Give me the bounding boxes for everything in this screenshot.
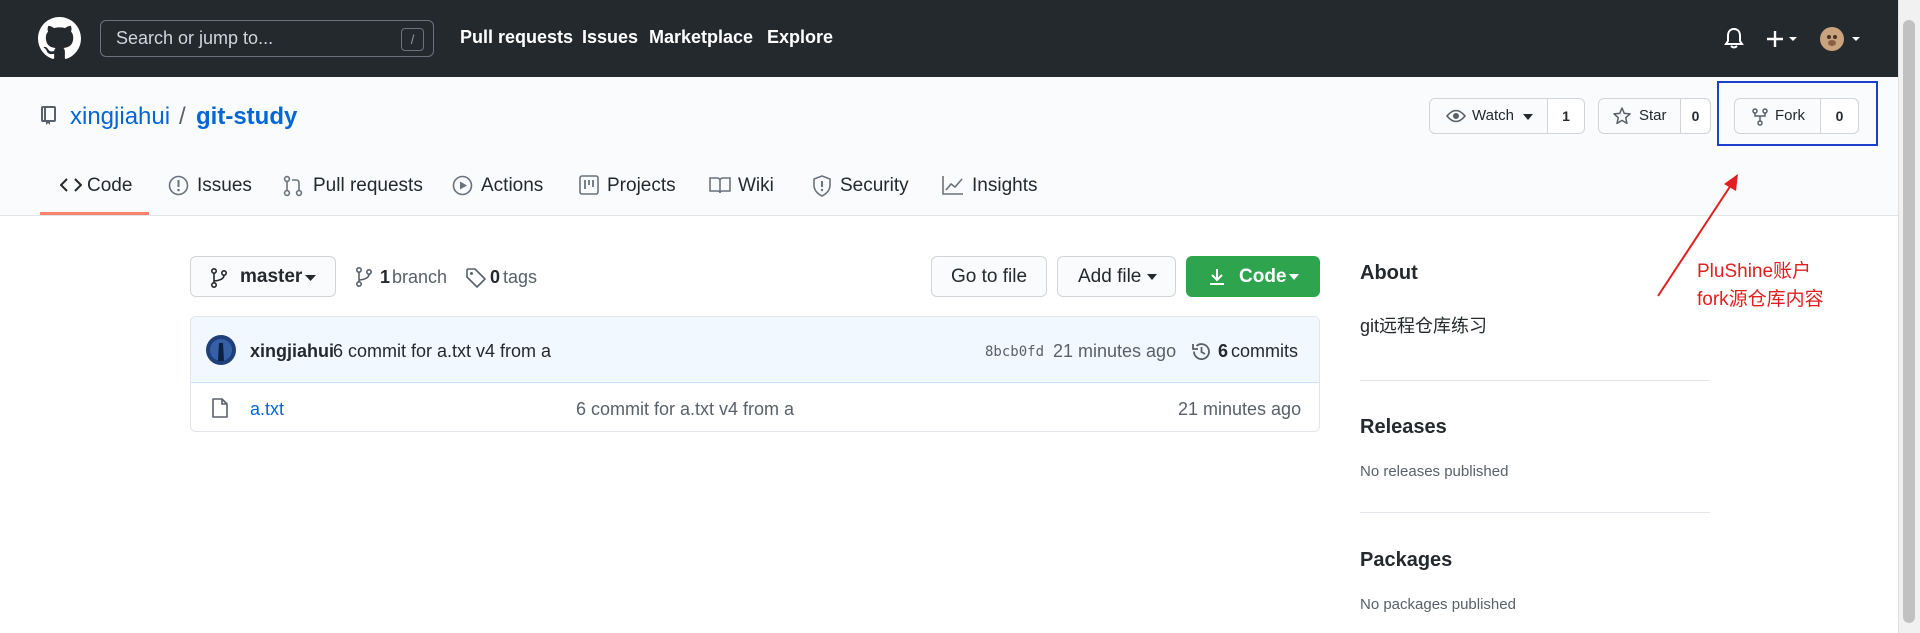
- star-label: Star: [1639, 107, 1667, 124]
- watch-label: Watch: [1472, 107, 1514, 124]
- tag-label: tags: [503, 267, 538, 287]
- branch-name: master: [240, 266, 303, 287]
- plus-icon[interactable]: [1765, 29, 1799, 49]
- chevron-down-icon: [1147, 274, 1157, 280]
- commit-message[interactable]: 6 commit for a.txt v4 from a: [333, 341, 551, 362]
- star-icon: [1613, 107, 1631, 125]
- commit-sha[interactable]: 8bcb0fd: [985, 344, 1044, 360]
- releases-empty-text: No releases published: [1360, 463, 1509, 480]
- search-input[interactable]: Search or jump to... /: [100, 20, 434, 57]
- tab-code[interactable]: Code: [87, 175, 132, 197]
- avatar[interactable]: [206, 335, 236, 365]
- annotation-highlight-box: [1717, 81, 1878, 146]
- branch-count: 1: [380, 267, 391, 287]
- file-name-link[interactable]: a.txt: [250, 399, 284, 420]
- commit-label: commits: [1231, 341, 1298, 361]
- bell-icon[interactable]: [1724, 27, 1744, 49]
- repo-description: git远程仓库练习: [1360, 316, 1488, 336]
- scrollbar-thumb[interactable]: [1903, 20, 1915, 623]
- nav-issues[interactable]: Issues: [582, 27, 638, 48]
- nav-marketplace[interactable]: Marketplace: [649, 27, 753, 48]
- watch-count[interactable]: 1: [1547, 99, 1584, 133]
- chevron-down-icon: [1289, 274, 1299, 280]
- tab-projects[interactable]: Projects: [607, 175, 676, 197]
- search-shortcut-key: /: [401, 28, 424, 51]
- graph-icon: [942, 175, 964, 195]
- book-icon: [709, 175, 731, 195]
- tab-code-underline: [40, 212, 149, 215]
- pull-request-icon: [283, 175, 303, 197]
- nav-pull-requests[interactable]: Pull requests: [460, 27, 573, 48]
- code-button-label: Code: [1239, 266, 1287, 287]
- annotation-line-2: fork源仓库内容: [1697, 289, 1824, 310]
- star-count[interactable]: 0: [1680, 99, 1710, 133]
- go-to-file-button[interactable]: Go to file: [931, 256, 1047, 297]
- issue-icon: [168, 175, 189, 196]
- code-icon: [60, 175, 82, 195]
- eye-icon: [1446, 109, 1466, 123]
- tab-pull-requests[interactable]: Pull requests: [313, 175, 423, 197]
- github-logo-icon[interactable]: [38, 17, 81, 60]
- history-icon: [1191, 341, 1212, 362]
- search-placeholder: Search or jump to...: [116, 28, 274, 48]
- releases-heading[interactable]: Releases: [1360, 416, 1447, 439]
- file-commit-time: 21 minutes ago: [1178, 399, 1302, 419]
- add-file-button[interactable]: Add file: [1057, 256, 1176, 297]
- file-commit-message[interactable]: 6 commit for a.txt v4 from a: [576, 399, 794, 420]
- commit-author[interactable]: xingjiahui: [250, 341, 334, 362]
- chevron-down-icon: [305, 275, 316, 281]
- divider: [1360, 380, 1710, 381]
- repo-icon: [40, 106, 58, 126]
- avatar[interactable]: [1820, 26, 1862, 52]
- tab-security[interactable]: Security: [840, 175, 909, 197]
- tab-wiki[interactable]: Wiki: [738, 175, 774, 197]
- branch-icon: [211, 268, 227, 288]
- play-icon: [452, 175, 473, 196]
- file-icon: [212, 398, 228, 418]
- about-heading: About: [1360, 262, 1418, 284]
- commit-count: 6: [1218, 341, 1229, 361]
- branch-icon: [356, 267, 372, 287]
- divider: [1360, 512, 1710, 513]
- project-icon: [579, 175, 599, 195]
- packages-empty-text: No packages published: [1360, 596, 1516, 613]
- star-button[interactable]: Star 0: [1598, 98, 1711, 134]
- download-icon: [1209, 268, 1225, 286]
- packages-heading[interactable]: Packages: [1360, 549, 1452, 572]
- branch-label: branch: [392, 267, 448, 287]
- repo-owner-link[interactable]: xingjiahui: [70, 103, 170, 131]
- add-file-label: Add file: [1078, 266, 1142, 287]
- annotation-line-1: PluShine账户: [1697, 261, 1812, 282]
- code-download-button[interactable]: Code: [1186, 256, 1320, 297]
- repo-separator: /: [179, 103, 186, 130]
- tag-count: 0: [490, 267, 501, 287]
- branch-select-button[interactable]: master: [190, 256, 336, 297]
- commit-time: 21 minutes ago: [1053, 341, 1177, 361]
- shield-icon: [812, 175, 832, 197]
- nav-explore[interactable]: Explore: [767, 27, 833, 48]
- repo-name-link[interactable]: git-study: [196, 103, 297, 131]
- tag-icon: [466, 268, 486, 288]
- tab-actions[interactable]: Actions: [481, 175, 543, 197]
- tab-issues[interactable]: Issues: [197, 175, 252, 197]
- annotation-note: PluShine账户 fork源仓库内容: [1697, 258, 1824, 314]
- chevron-down-icon: [1523, 114, 1533, 120]
- watch-button[interactable]: Watch 1: [1429, 98, 1585, 134]
- tab-insights[interactable]: Insights: [972, 175, 1037, 197]
